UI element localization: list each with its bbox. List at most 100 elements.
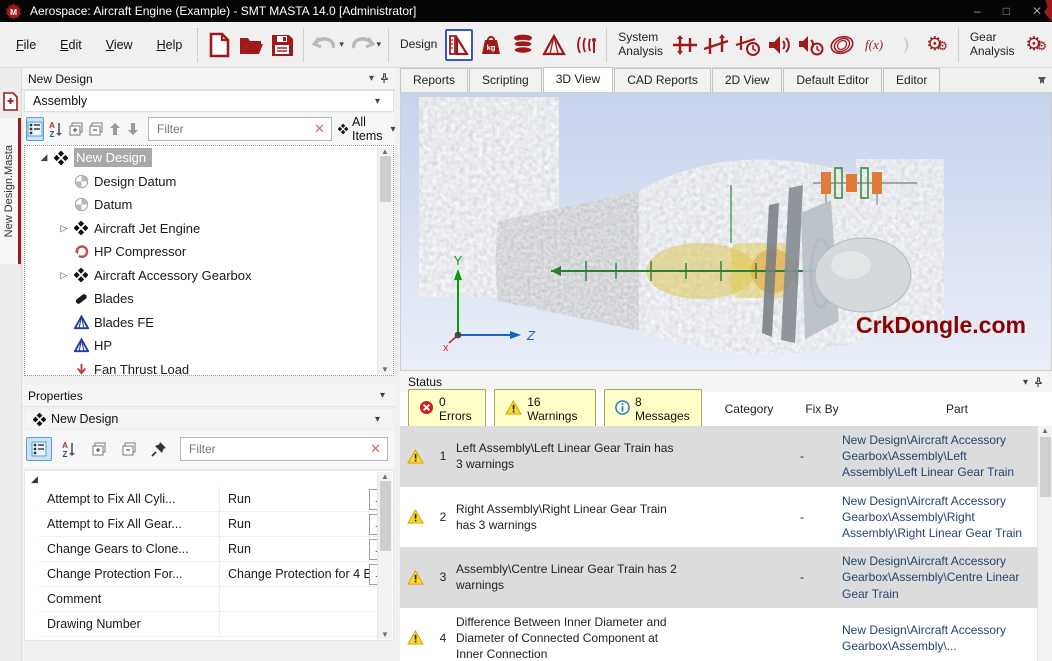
status-row[interactable]: 1 Left Assembly\Left Linear Gear Train ha… — [400, 426, 1052, 487]
column-header-part[interactable]: Part — [862, 402, 1052, 416]
menu-edit[interactable]: Edit — [50, 34, 92, 56]
column-header-category[interactable]: Category — [716, 402, 782, 416]
tree-item-hp[interactable]: HP — [25, 334, 393, 358]
status-scrollbar[interactable]: ▲ — [1037, 426, 1052, 661]
tab-editor[interactable]: Editor — [883, 68, 941, 92]
tree-item-aircraft-accessory-gearbox[interactable]: ▷ Aircraft Accessory Gearbox — [25, 264, 393, 288]
tree-item-design-datum[interactable]: Design Datum — [25, 170, 393, 194]
whine-analysis-button[interactable] — [829, 29, 857, 61]
redo-dropdown[interactable]: ▾ — [377, 39, 382, 50]
status-part-link[interactable]: New Design\Aircraft Accessory Gearbox\As… — [842, 493, 1032, 542]
tab-cad-reports[interactable]: CAD Reports — [614, 68, 711, 92]
expander-collapsed-icon[interactable]: ▷ — [57, 270, 71, 281]
properties-group-expander[interactable]: ◢ — [25, 471, 393, 487]
tree-filter-input[interactable] — [155, 121, 314, 137]
tree-view-toggle-button[interactable] — [26, 117, 44, 141]
gear-analysis-button[interactable]: ⚙⚙ — [1023, 29, 1051, 61]
property-value[interactable] — [219, 587, 369, 611]
status-row[interactable]: 3 Assembly\Centre Linear Gear Train has 2… — [400, 547, 1052, 608]
power-flow-button[interactable] — [671, 29, 699, 61]
acoustic-time-button[interactable] — [797, 29, 825, 61]
tree-item-hp-compressor[interactable]: HP Compressor — [25, 240, 393, 264]
menu-file[interactable]: File — [6, 34, 46, 56]
messages-filter-button[interactable]: 8 Messages — [604, 389, 702, 429]
fe-model-button[interactable] — [540, 29, 568, 61]
new-document-tab-icon[interactable] — [2, 92, 20, 112]
tabbar-pin-icon[interactable] — [1036, 74, 1048, 86]
tree-item-datum[interactable]: Datum — [25, 193, 393, 217]
gear-whine-button[interactable]: ⚙⚙ — [923, 29, 951, 61]
parametric-study-button[interactable]: f(x) — [860, 29, 888, 61]
property-value[interactable] — [219, 612, 369, 636]
expand-all-button[interactable] — [68, 117, 84, 141]
status-pin-icon[interactable] — [1033, 376, 1044, 388]
maximize-button[interactable]: □ — [1003, 4, 1010, 18]
tree-scrollbar[interactable]: ▲ ▼ — [377, 147, 392, 374]
clear-filter-icon[interactable]: ✕ — [314, 121, 325, 137]
close-button[interactable]: ✕ — [1032, 4, 1042, 18]
tree-item-fan-thrust-load[interactable]: Fan Thrust Load — [25, 358, 393, 375]
design-panel-dropdown[interactable]: ▾ — [364, 73, 379, 84]
system-deflection-button[interactable] — [703, 29, 731, 61]
status-dropdown[interactable]: ▾ — [1018, 377, 1033, 388]
tree-item-blades-fe[interactable]: Blades FE — [25, 311, 393, 335]
move-down-button[interactable] — [126, 117, 140, 141]
undo-button[interactable] — [311, 29, 339, 61]
save-button[interactable] — [268, 29, 296, 61]
document-tab[interactable]: New Design.Masta — [0, 118, 21, 264]
open-file-button[interactable] — [237, 29, 265, 61]
pin-icon[interactable] — [379, 73, 390, 84]
redo-button[interactable] — [348, 29, 376, 61]
column-header-fix-by[interactable]: Fix By — [782, 402, 862, 416]
property-value[interactable]: Run — [219, 487, 369, 511]
properties-scrollbar[interactable]: ▲ ▼ — [377, 472, 392, 639]
properties-view-toggle-button[interactable] — [26, 437, 52, 461]
mass-properties-button[interactable]: kg — [477, 29, 505, 61]
undo-dropdown[interactable]: ▾ — [339, 39, 344, 50]
menu-view[interactable]: View — [96, 34, 143, 56]
expander-collapsed-icon[interactable]: ▷ — [57, 223, 71, 234]
properties-clear-filter-icon[interactable]: ✕ — [370, 441, 381, 457]
assembly-selector[interactable]: Assembly ▾ — [24, 90, 394, 112]
properties-expand-all-button[interactable] — [86, 437, 112, 461]
inactive-tool-button[interactable] — [892, 29, 920, 61]
menu-help[interactable]: Help — [147, 34, 193, 56]
property-value[interactable]: Change Protection for 4 Bearin — [219, 562, 369, 586]
tab-scripting[interactable]: Scripting — [469, 68, 542, 92]
tree-item-aircraft-jet-engine[interactable]: ▷ Aircraft Jet Engine — [25, 217, 393, 241]
properties-collapse-all-button[interactable] — [116, 437, 142, 461]
status-row[interactable]: 4 Difference Between Inner Diameter and D… — [400, 608, 1052, 661]
properties-panel-dropdown[interactable]: ▾ — [375, 390, 390, 401]
status-part-link[interactable]: New Design\Aircraft Accessory Gearbox\As… — [842, 622, 1032, 654]
design-mode-button[interactable] — [445, 28, 474, 61]
status-part-link[interactable]: New Design\Aircraft Accessory Gearbox\As… — [842, 432, 1032, 481]
status-row[interactable]: 2 Right Assembly\Right Linear Gear Train … — [400, 487, 1052, 548]
properties-filter-input[interactable] — [187, 441, 371, 457]
warnings-filter-button[interactable]: 16 Warnings — [494, 389, 596, 429]
advanced-system-deflection-button[interactable] — [734, 29, 762, 61]
3d-viewport[interactable]: Y Z x CrkDongle.com — [400, 92, 1052, 371]
acoustic-analysis-button[interactable] — [766, 29, 794, 61]
tab-3d-view[interactable]: 3D View — [542, 67, 614, 92]
tab-default-editor[interactable]: Default Editor — [783, 68, 883, 92]
properties-target-selector[interactable]: New Design ▾ — [24, 408, 394, 430]
properties-sort-button[interactable]: AZ — [56, 437, 82, 461]
move-up-button[interactable] — [108, 117, 122, 141]
property-value[interactable]: Run — [219, 512, 369, 536]
minimize-button[interactable]: – — [974, 4, 981, 18]
errors-filter-button[interactable]: 0 Errors — [408, 389, 487, 429]
status-part-link[interactable]: New Design\Aircraft Accessory Gearbox\As… — [842, 553, 1032, 602]
database-button[interactable] — [509, 29, 537, 61]
tree-item-new-design[interactable]: ◢ New Design — [25, 146, 393, 170]
collapse-all-button[interactable] — [88, 117, 104, 141]
new-file-button[interactable] — [205, 29, 233, 61]
tab-2d-view[interactable]: 2D View — [711, 68, 783, 92]
harmonic-analysis-button[interactable] — [572, 29, 600, 61]
unpin-properties-button[interactable] — [146, 437, 172, 461]
expander-expanded-icon[interactable]: ◢ — [37, 152, 51, 163]
sort-alphabetical-button[interactable]: AZ — [48, 117, 64, 141]
all-items-selector[interactable]: All Items ▾ — [337, 115, 400, 143]
property-value[interactable]: Run — [219, 537, 369, 561]
tab-reports[interactable]: Reports — [400, 68, 469, 92]
tree-item-blades[interactable]: Blades — [25, 287, 393, 311]
